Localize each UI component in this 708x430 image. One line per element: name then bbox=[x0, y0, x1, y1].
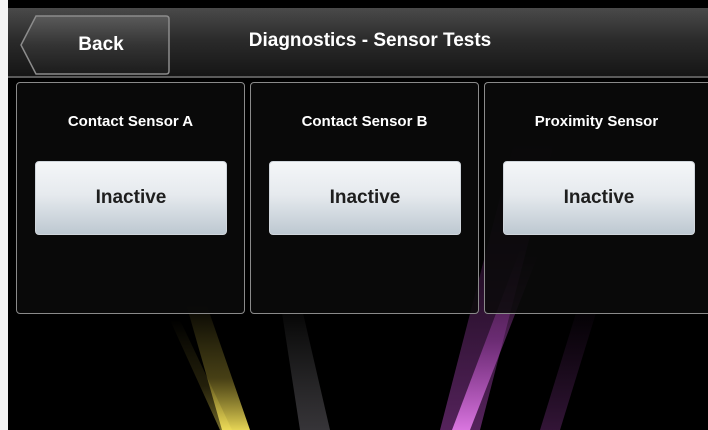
sensor-status-label: Inactive bbox=[95, 187, 167, 208]
sensor-status-button[interactable]: Inactive bbox=[35, 161, 227, 235]
back-button[interactable]: Back bbox=[20, 15, 170, 75]
sensor-name: Proximity Sensor bbox=[534, 113, 659, 130]
sensor-panel-proximity: Proximity Sensor Inactive bbox=[484, 82, 708, 314]
back-label: Back bbox=[78, 34, 124, 55]
sensor-status-button[interactable]: Inactive bbox=[503, 161, 695, 235]
page-title: Diagnostics - Sensor Tests bbox=[248, 30, 492, 51]
sensor-status-label: Inactive bbox=[563, 187, 635, 208]
sensor-status-button[interactable]: Inactive bbox=[269, 161, 461, 235]
sensor-test-screen: Back Diagnostics - Sensor Tests Contact … bbox=[0, 0, 708, 430]
sensor-name: Contact Sensor B bbox=[301, 113, 428, 130]
sensor-panel-contact-a: Contact Sensor A Inactive bbox=[16, 82, 245, 314]
sensor-name: Contact Sensor A bbox=[67, 113, 194, 130]
sensor-status-label: Inactive bbox=[329, 187, 401, 208]
screen-edge bbox=[0, 0, 8, 430]
sensor-panel-contact-b: Contact Sensor B Inactive bbox=[250, 82, 479, 314]
